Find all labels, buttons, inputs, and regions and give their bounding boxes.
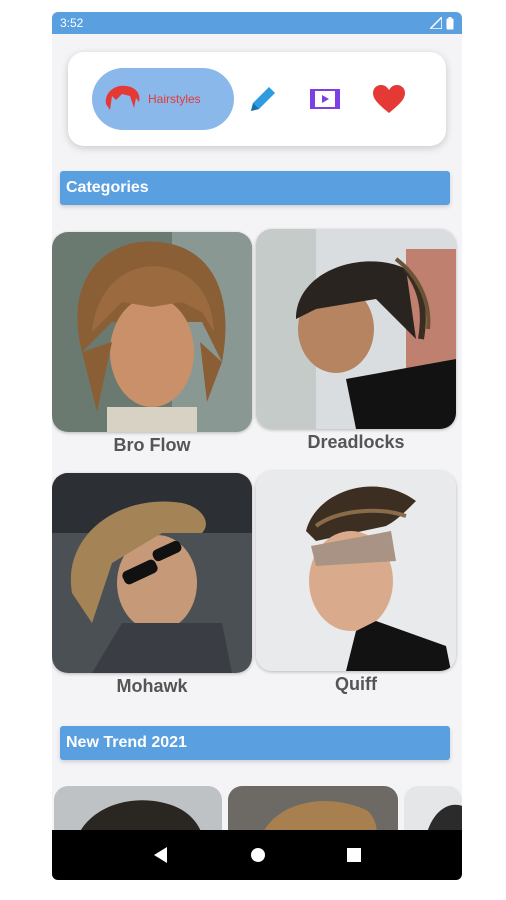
nav-edit-button[interactable] xyxy=(246,82,280,116)
category-tile-mohawk[interactable] xyxy=(52,473,252,673)
category-label-dreadlocks: Dreadlocks xyxy=(307,432,405,452)
bro-flow-image xyxy=(52,232,252,432)
back-icon[interactable] xyxy=(153,846,169,864)
nav-video-button[interactable] xyxy=(308,82,342,116)
top-navigation: Hairstyles xyxy=(68,52,446,146)
pencil-icon xyxy=(251,87,275,111)
category-label-mohawk: Mohawk xyxy=(116,676,188,696)
quiff-image xyxy=(256,471,456,671)
nav-hairstyles-button[interactable]: Hairstyles xyxy=(92,68,234,130)
category-tile-quiff[interactable] xyxy=(256,471,456,671)
section-title-new-trend: New Trend 2021 xyxy=(60,726,450,760)
system-navigation-bar xyxy=(52,830,462,880)
category-tile-dreadlocks[interactable] xyxy=(256,229,456,429)
section-title-categories: Categories xyxy=(60,171,450,205)
category-label-bro-flow: Bro Flow xyxy=(113,435,191,455)
nav-favorites-button[interactable] xyxy=(372,82,406,116)
status-bar: 3:52 xyxy=(52,12,462,34)
home-icon[interactable] xyxy=(250,847,266,863)
dreadlocks-image xyxy=(256,229,456,429)
signal-icon xyxy=(430,17,442,29)
category-tile-bro-flow[interactable] xyxy=(52,232,252,432)
heart-icon xyxy=(373,85,405,113)
phone-screen: 3:52 Hairstyles Categories Bro Flow Drea… xyxy=(52,12,462,880)
status-time: 3:52 xyxy=(60,16,84,30)
status-icons xyxy=(430,16,454,30)
mohawk-image xyxy=(52,473,252,673)
category-label-quiff: Quiff xyxy=(335,674,377,694)
hair-icon xyxy=(105,85,140,110)
recents-icon[interactable] xyxy=(347,848,362,862)
video-icon xyxy=(310,89,340,109)
battery-icon xyxy=(446,16,454,29)
nav-hairstyles-label: Hairstyles xyxy=(148,92,201,106)
